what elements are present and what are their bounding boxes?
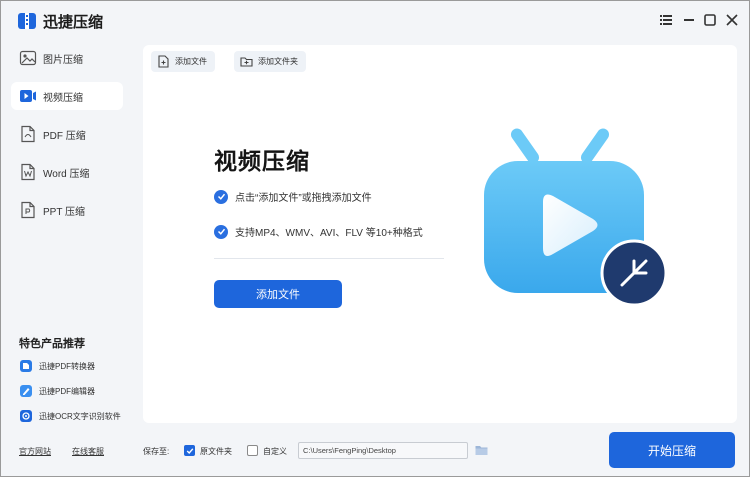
main-panel: 添加文件 添加文件夹 视频压缩 点击“添加文件”或拖拽添加文件 支持MP4、WM… (143, 45, 737, 423)
sidebar-item-image[interactable]: 图片压缩 (11, 44, 123, 72)
promo-item-label: 迅捷PDF编辑器 (39, 386, 95, 396)
ppt-icon (19, 201, 37, 219)
promo-item-label: 迅捷PDF转换器 (39, 361, 95, 371)
page-title: 视频压缩 (214, 148, 310, 174)
sidebar-item-label: Word 压缩 (43, 168, 90, 180)
add-folder-icon (240, 57, 253, 67)
sidebar-item-label: PPT 压缩 (43, 206, 86, 218)
title-bar: 迅捷压缩 (1, 1, 749, 39)
online-support-link[interactable]: 在线客服 (72, 446, 104, 457)
feature-text: 支持MP4、WMV、AVI、FLV 等10+种格式 (235, 228, 423, 239)
pdf-icon (19, 125, 37, 143)
check-icon (214, 189, 228, 204)
promo-item-ocr[interactable]: 迅捷OCR文字识别软件 (19, 409, 121, 423)
promo-item-label: 迅捷OCR文字识别软件 (39, 411, 121, 421)
add-folder-toolbar-label: 添加文件夹 (258, 57, 298, 66)
app-window: 迅捷压缩 图片压缩 视频压缩 PDF 压缩 Word 压缩 PPT 压缩 特色产… (0, 0, 750, 477)
video-tv-illustration (484, 128, 668, 307)
feature-text: 点击“添加文件”或拖拽添加文件 (235, 193, 372, 204)
feature-item: 点击“添加文件”或拖拽添加文件 (214, 189, 372, 204)
sidebar-item-label: 视频压缩 (43, 92, 83, 104)
official-site-link[interactable]: 官方网站 (19, 446, 51, 457)
minimize-icon[interactable] (682, 13, 696, 27)
start-compress-button[interactable]: 开始压缩 (609, 432, 735, 468)
promo-section-title: 特色产品推荐 (19, 338, 85, 350)
ocr-icon (20, 410, 32, 422)
divider (214, 258, 444, 259)
save-path-input[interactable] (298, 442, 468, 459)
sidebar-item-pdf[interactable]: PDF 压缩 (11, 120, 123, 148)
pdf-editor-icon (20, 385, 32, 397)
add-file-button[interactable]: 添加文件 (214, 280, 342, 308)
video-icon (19, 87, 37, 105)
original-folder-checkbox[interactable] (184, 445, 195, 456)
add-file-toolbar-label: 添加文件 (175, 57, 207, 66)
app-logo-icon (18, 13, 36, 29)
menu-icon[interactable] (659, 13, 673, 27)
sidebar-item-label: 图片压缩 (43, 54, 83, 66)
add-file-icon (158, 55, 169, 68)
app-title: 迅捷压缩 (43, 14, 104, 31)
add-file-toolbar-button[interactable]: 添加文件 (151, 51, 215, 72)
custom-folder-checkbox[interactable] (247, 445, 258, 456)
close-icon[interactable] (725, 13, 739, 27)
image-icon (19, 49, 37, 67)
sidebar: 图片压缩 视频压缩 PDF 压缩 Word 压缩 PPT 压缩 特色产品推荐 迅… (1, 39, 137, 439)
original-folder-label: 原文件夹 (200, 447, 232, 456)
custom-folder-label: 自定义 (263, 447, 287, 456)
sidebar-item-word[interactable]: Word 压缩 (11, 158, 123, 186)
folder-icon[interactable] (475, 444, 488, 456)
save-to-label: 保存至: (143, 447, 170, 456)
sidebar-item-label: PDF 压缩 (43, 130, 86, 142)
sidebar-item-ppt[interactable]: PPT 压缩 (11, 196, 123, 224)
add-folder-toolbar-button[interactable]: 添加文件夹 (234, 51, 306, 72)
bottom-bar: 官方网站 在线客服 保存至: 原文件夹 自定义 开始压缩 (1, 429, 749, 476)
pdf-converter-icon (20, 360, 32, 372)
sidebar-item-video[interactable]: 视频压缩 (11, 82, 123, 110)
maximize-icon[interactable] (703, 13, 717, 27)
promo-item-pdf-editor[interactable]: 迅捷PDF编辑器 (19, 384, 95, 398)
check-icon (214, 224, 228, 239)
promo-item-pdf-converter[interactable]: 迅捷PDF转换器 (19, 359, 95, 373)
word-icon (19, 163, 37, 181)
feature-item: 支持MP4、WMV、AVI、FLV 等10+种格式 (214, 224, 423, 239)
